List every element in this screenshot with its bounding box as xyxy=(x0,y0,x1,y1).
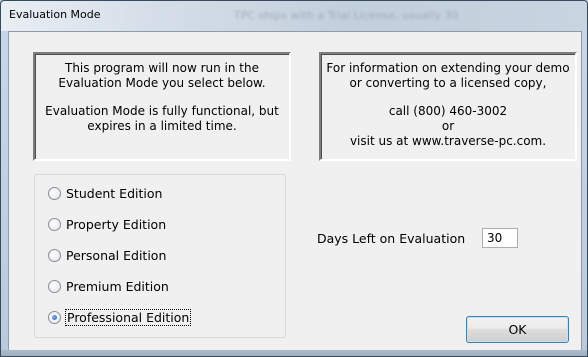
radio-professional-edition[interactable]: Professional Edition xyxy=(48,308,192,326)
phone-number: call (800) 460-3002 xyxy=(388,104,508,118)
evaluation-mode-dialog: Evaluation Mode TPC ships with a Trial L… xyxy=(0,0,588,357)
contact-line: For information on extending your demo xyxy=(326,61,570,75)
days-left-field[interactable] xyxy=(482,228,518,248)
days-left-label: Days Left on Evaluation xyxy=(317,231,466,246)
radio-label[interactable]: Personal Edition xyxy=(66,248,166,263)
contact-line: or xyxy=(441,119,455,133)
radio-button-selected-icon[interactable] xyxy=(48,310,61,324)
info-line: This program will now run in the xyxy=(65,61,259,75)
info-line: Evaluation Mode you select below. xyxy=(58,76,266,90)
info-line: expires in a limited time. xyxy=(87,119,237,133)
info-line: Evaluation Mode is fully functional, but xyxy=(45,104,279,118)
radio-button-icon[interactable] xyxy=(48,248,61,262)
radio-premium-edition[interactable]: Premium Edition xyxy=(48,277,169,295)
radio-button-icon[interactable] xyxy=(48,217,61,231)
radio-property-edition[interactable]: Property Edition xyxy=(48,215,166,233)
radio-student-edition[interactable]: Student Edition xyxy=(48,184,162,202)
contact-info-panel: For information on extending your demo o… xyxy=(319,52,577,161)
website-text: visit us at www.traverse-pc.com. xyxy=(349,134,547,148)
dialog-body: This program will now run in the Evaluat… xyxy=(8,31,582,351)
radio-label[interactable]: Student Edition xyxy=(66,186,162,201)
radio-personal-edition[interactable]: Personal Edition xyxy=(48,246,166,264)
radio-button-icon[interactable] xyxy=(48,279,61,293)
radio-label[interactable]: Premium Edition xyxy=(66,279,169,294)
edition-radio-group: Student Edition Property Edition Persona… xyxy=(34,174,286,338)
background-window-title: TPC ships with a Trial License, usually … xyxy=(234,9,459,22)
evaluation-info-panel: This program will now run in the Evaluat… xyxy=(33,52,291,161)
radio-label[interactable]: Professional Edition xyxy=(64,308,192,326)
ok-button[interactable]: OK xyxy=(466,316,569,343)
contact-line: or converting to a licensed copy, xyxy=(349,76,547,90)
radio-button-icon[interactable] xyxy=(48,186,61,200)
window-title: Evaluation Mode xyxy=(9,8,101,21)
title-bar[interactable]: Evaluation Mode TPC ships with a Trial L… xyxy=(1,1,587,31)
window-frame-bottom xyxy=(1,350,587,356)
radio-label[interactable]: Property Edition xyxy=(66,217,166,232)
